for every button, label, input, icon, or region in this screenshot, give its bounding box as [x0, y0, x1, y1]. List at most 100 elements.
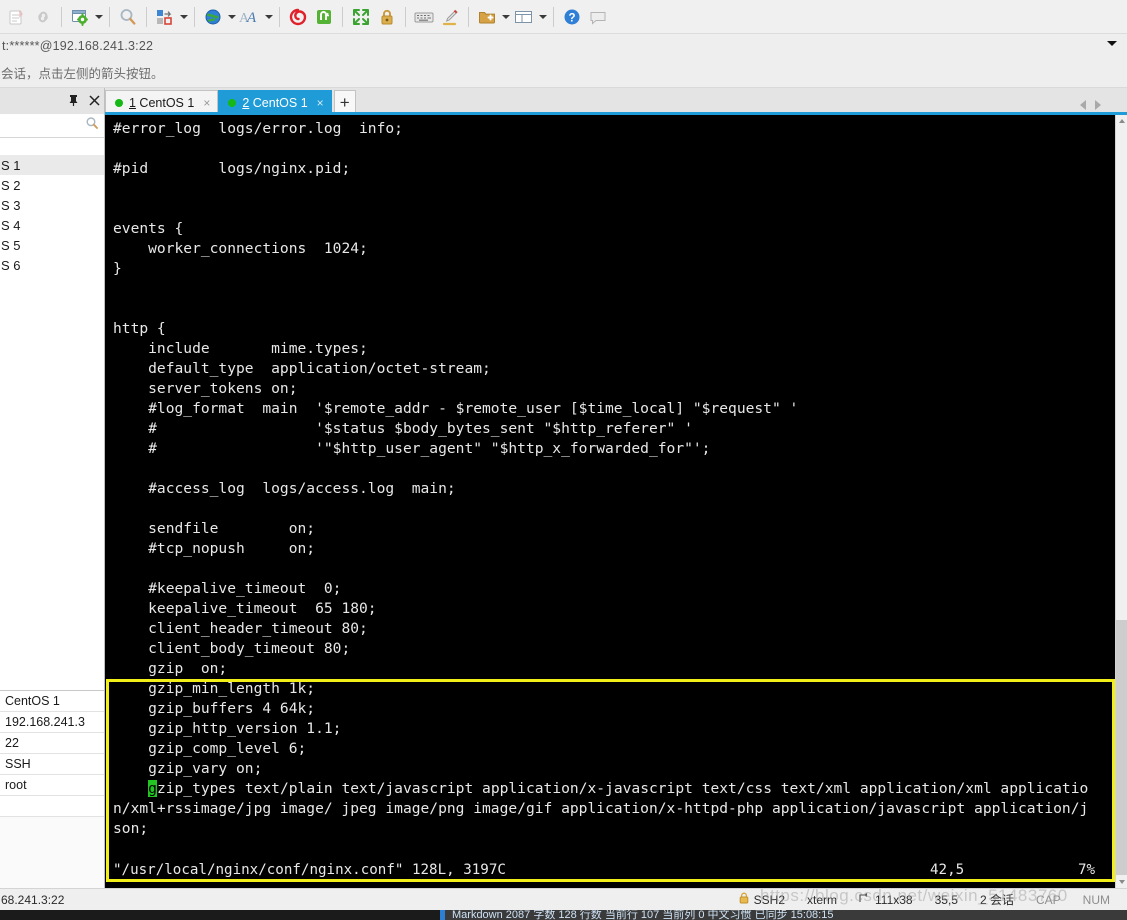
- session-properties-grid: CentOS 1 192.168.241.3 22 SSH root: [0, 690, 105, 888]
- font-appearance-icon[interactable]: A A: [237, 4, 263, 30]
- font-appearance-dropdown-caret[interactable]: [263, 4, 274, 30]
- fullscreen-expand-icon[interactable]: [348, 4, 374, 30]
- status-sessions: 2 会话: [979, 893, 1014, 907]
- new-folder-dropdown-caret[interactable]: [500, 4, 511, 30]
- globe-web-dropdown-caret[interactable]: [226, 4, 237, 30]
- red-spiral-icon[interactable]: [285, 4, 311, 30]
- tab-title: CentOS 1: [135, 95, 195, 110]
- status-right-group: SSH2 xterm 111x38 35,5 2 会话 CAP NUM: [728, 891, 1127, 908]
- status-size-label: 111x38: [875, 892, 913, 907]
- scroll-up-icon[interactable]: [1116, 115, 1127, 127]
- status-dot-icon: [115, 98, 123, 107]
- chat-balloon-icon[interactable]: [585, 4, 611, 30]
- keyboard-icon[interactable]: [411, 4, 437, 30]
- gzip-block-post: zip_types text/plain text/javascript app…: [113, 780, 1089, 837]
- highlight-pen-icon[interactable]: [437, 4, 463, 30]
- status-protocol: SSH2: [728, 892, 796, 907]
- session-list-item[interactable]: S 1: [0, 155, 104, 175]
- split-view-icon[interactable]: [511, 4, 537, 30]
- lock-icon: [739, 892, 749, 907]
- property-value: CentOS 1: [5, 694, 60, 708]
- split-view-dropdown-caret[interactable]: [537, 4, 548, 30]
- tab-close-icon[interactable]: ×: [317, 96, 324, 110]
- address-bar[interactable]: t:******@192.168.241.3:22: [0, 34, 1127, 58]
- session-list-item[interactable]: S 5: [0, 235, 104, 255]
- status-protocol-label: SSH2: [753, 892, 786, 907]
- terminal-text-highlighted: gzip on; gzip_min_length 1k; gzip_buffer…: [105, 659, 1115, 839]
- new-tab-button[interactable]: +: [333, 90, 356, 114]
- property-value: 22: [5, 736, 19, 750]
- green-transfer-icon[interactable]: [311, 4, 337, 30]
- search-icon[interactable]: [85, 116, 99, 135]
- tab-title: CentOS 1: [249, 95, 308, 110]
- toolbar-separator: [61, 6, 62, 27]
- property-row[interactable]: 192.168.241.3: [0, 712, 104, 733]
- strip-dark-segment: [0, 910, 440, 920]
- tab-scroll-right-icon[interactable]: [1095, 100, 1101, 110]
- layout-arrange-dropdown-caret[interactable]: [178, 4, 189, 30]
- clipboard-copy-icon[interactable]: [4, 4, 30, 30]
- tab-scroll-left-icon[interactable]: [1080, 100, 1086, 110]
- find-search-icon[interactable]: [115, 4, 141, 30]
- scrollbar-thumb[interactable]: [1116, 620, 1127, 875]
- notice-bar: 会话，点击左侧的箭头按钮。: [0, 58, 1127, 88]
- terminal-screen[interactable]: #error_log logs/error.log info; #pid log…: [105, 115, 1115, 888]
- session-label: S 3: [1, 197, 21, 213]
- svg-text:?: ?: [568, 12, 575, 24]
- status-host: 68.241.3:22: [1, 892, 65, 907]
- scroll-down-icon[interactable]: [1116, 876, 1127, 888]
- tab-index: 1: [129, 95, 136, 110]
- layout-arrange-icon[interactable]: [152, 4, 178, 30]
- sessions-search-row[interactable]: [0, 114, 104, 138]
- property-grid-filler: [0, 817, 104, 881]
- session-label: S 5: [1, 237, 21, 253]
- svg-text:A: A: [246, 10, 257, 26]
- globe-web-icon[interactable]: [200, 4, 226, 30]
- status-terminal-type: xterm: [807, 892, 838, 907]
- session-list-item[interactable]: S 6: [0, 255, 104, 275]
- property-value: root: [5, 778, 27, 792]
- tab-label: 2 CentOS 1: [242, 96, 307, 110]
- gzip-block-pre: gzip on; gzip_min_length 1k; gzip_buffer…: [148, 660, 342, 777]
- property-row[interactable]: root: [0, 775, 104, 796]
- lock-icon[interactable]: [374, 4, 400, 30]
- toolbar-separator: [146, 6, 147, 27]
- session-list-item[interactable]: S 3: [0, 195, 104, 215]
- link-chain-icon[interactable]: [30, 4, 56, 30]
- toolbar-separator: [342, 6, 343, 27]
- property-row-empty[interactable]: [0, 796, 104, 817]
- strip-accent-segment: [440, 910, 445, 920]
- vim-scroll-percent: 7%: [1078, 862, 1096, 878]
- address-text: t:******@192.168.241.3:22: [2, 39, 154, 53]
- tab-scroll-controls: [1080, 100, 1101, 110]
- close-icon[interactable]: [89, 94, 100, 108]
- status-dot-icon: [228, 98, 237, 107]
- session-properties-icon[interactable]: [67, 4, 93, 30]
- property-row[interactable]: SSH: [0, 754, 104, 775]
- chevron-down-icon[interactable]: [1107, 41, 1117, 46]
- pin-icon[interactable]: [68, 94, 79, 108]
- terminal-scrollbar[interactable]: [1115, 115, 1127, 888]
- session-properties-dropdown-caret[interactable]: [93, 4, 104, 30]
- session-list-item[interactable]: S 2: [0, 175, 104, 195]
- tab-label: 1 CentOS 1: [129, 96, 194, 110]
- session-list-item[interactable]: S 4: [0, 215, 104, 235]
- tab-centos-2[interactable]: 2 CentOS 1 ×: [218, 90, 332, 114]
- status-caps-lock: CAP: [1035, 892, 1061, 907]
- terminal-cursor: g: [148, 780, 157, 797]
- session-label: S 2: [1, 177, 21, 193]
- tab-centos-1[interactable]: 1 CentOS 1 ×: [105, 90, 219, 114]
- main-toolbar: A A ?: [0, 0, 1127, 34]
- new-folder-icon[interactable]: [474, 4, 500, 30]
- session-label: S 6: [1, 257, 21, 273]
- tab-close-icon[interactable]: ×: [203, 96, 210, 110]
- notice-text: 会话，点击左侧的箭头按钮。: [1, 67, 164, 81]
- terminal-text-top: #error_log logs/error.log info; #pid log…: [113, 120, 799, 657]
- property-row[interactable]: CentOS 1: [0, 691, 104, 712]
- vim-file-status: "/usr/local/nginx/conf/nginx.conf" 128L,…: [113, 862, 506, 878]
- property-value: SSH: [5, 757, 31, 771]
- sessions-panel-header: [0, 88, 104, 114]
- property-row[interactable]: 22: [0, 733, 104, 754]
- vim-cursor-position: 42,5: [930, 862, 965, 878]
- help-icon[interactable]: ?: [559, 4, 585, 30]
